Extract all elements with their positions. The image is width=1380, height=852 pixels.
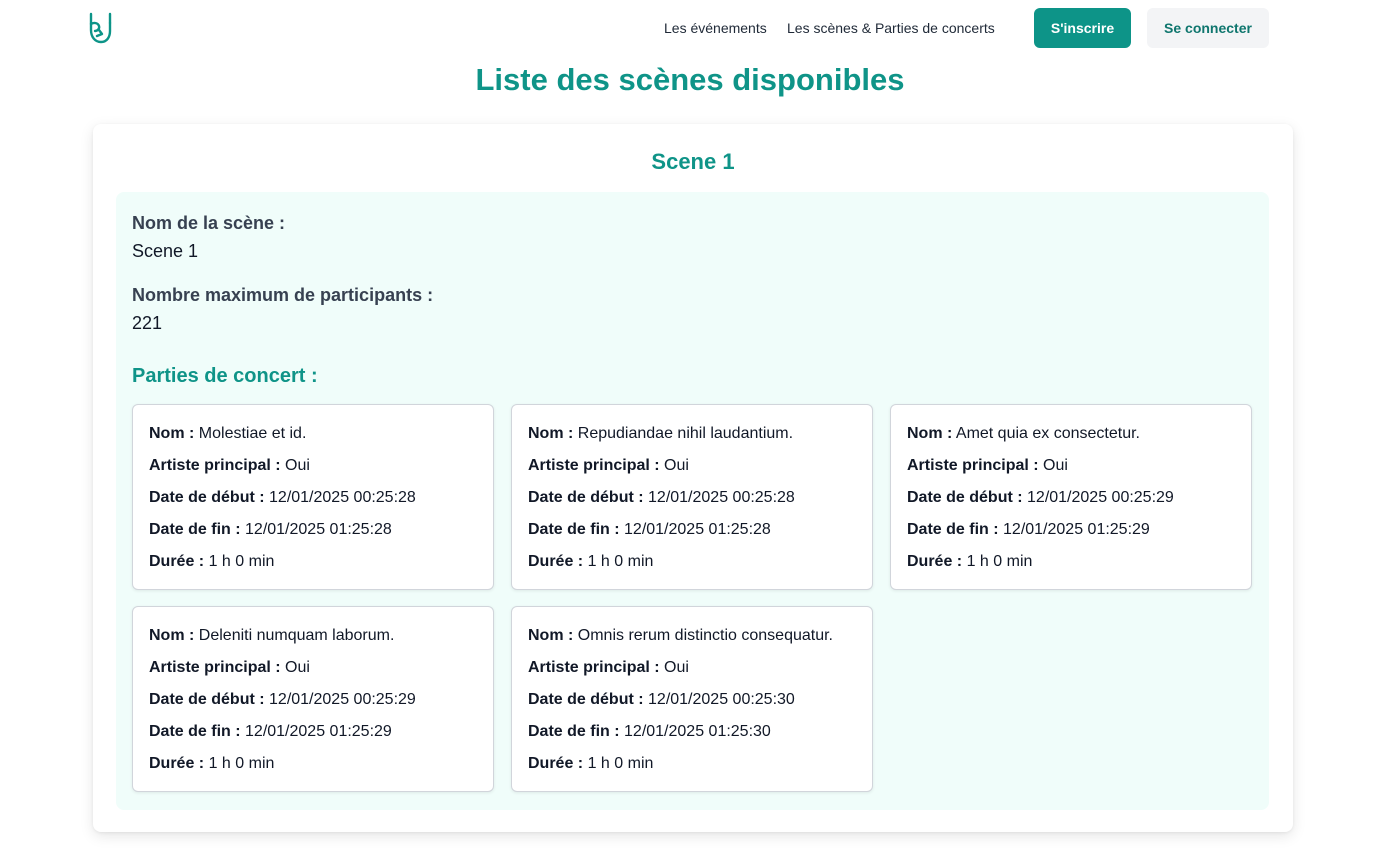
- part-main-artist-value: Oui: [285, 457, 310, 474]
- part-main-artist-value: Oui: [1043, 457, 1068, 474]
- part-duration: Durée : 1 h 0 min: [907, 552, 1032, 572]
- part-duration-label: Durée :: [149, 755, 205, 772]
- part-start-date-value: 12/01/2025 00:25:28: [269, 489, 416, 506]
- part-start-date-label: Date de début :: [528, 489, 644, 506]
- part-main-artist-value: Oui: [664, 457, 689, 474]
- concert-part-card: Nom : Molestiae et id. Artiste principal…: [132, 404, 494, 590]
- part-end-date-label: Date de fin :: [528, 723, 620, 740]
- part-name: Nom : Repudiandae nihil laudantium.: [528, 424, 793, 444]
- rock-hand-icon[interactable]: [86, 10, 116, 46]
- part-main-artist-label: Artiste principal :: [528, 659, 660, 676]
- part-name-value: Molestiae et id.: [198, 425, 307, 442]
- scene-card: Scene 1 Nom de la scène : Scene 1 Nombre…: [93, 124, 1293, 832]
- part-end-date-label: Date de fin :: [907, 521, 999, 538]
- part-start-date: Date de début : 12/01/2025 00:25:29: [149, 690, 416, 710]
- part-start-date-label: Date de début :: [528, 691, 644, 708]
- part-duration: Durée : 1 h 0 min: [149, 552, 274, 572]
- part-end-date: Date de fin : 12/01/2025 01:25:30: [528, 722, 771, 742]
- scene-name-value: Scene 1: [132, 241, 199, 261]
- part-end-date-label: Date de fin :: [528, 521, 620, 538]
- part-name: Nom : Deleniti numquam laborum.: [149, 626, 394, 646]
- part-end-date: Date de fin : 12/01/2025 01:25:29: [149, 722, 392, 742]
- part-main-artist: Artiste principal : Oui: [528, 456, 689, 476]
- part-name: Nom : Omnis rerum distinctio consequatur…: [528, 626, 833, 646]
- part-main-artist-value: Oui: [664, 659, 689, 676]
- concert-part-card: Nom : Repudiandae nihil laudantium. Arti…: [511, 404, 873, 590]
- scene-name-label: Nom de la scène :: [132, 213, 286, 233]
- login-button[interactable]: Se connecter: [1147, 8, 1269, 48]
- signup-button[interactable]: S'inscrire: [1034, 8, 1131, 48]
- part-name-value: Deleniti numquam laborum.: [198, 627, 395, 644]
- part-end-date-value: 12/01/2025 01:25:29: [1003, 521, 1150, 538]
- part-duration-label: Durée :: [528, 553, 584, 570]
- part-end-date-value: 12/01/2025 01:25:30: [624, 723, 771, 740]
- part-start-date: Date de début : 12/01/2025 00:25:28: [528, 488, 795, 508]
- nav-link-events[interactable]: Les événements: [664, 19, 767, 37]
- part-name-label: Nom :: [149, 627, 195, 644]
- part-name-label: Nom :: [528, 425, 574, 442]
- part-start-date-label: Date de début :: [149, 691, 265, 708]
- part-name: Nom : Molestiae et id.: [149, 424, 306, 444]
- part-end-date: Date de fin : 12/01/2025 01:25:28: [149, 520, 392, 540]
- max-participants-label: Nombre maximum de participants :: [132, 285, 434, 305]
- part-main-artist-label: Artiste principal :: [149, 659, 281, 676]
- concert-parts-heading: Parties de concert :: [132, 365, 318, 387]
- part-main-artist: Artiste principal : Oui: [528, 658, 689, 678]
- part-name-label: Nom :: [907, 425, 953, 442]
- part-main-artist-label: Artiste principal :: [907, 457, 1039, 474]
- part-main-artist-value: Oui: [285, 659, 310, 676]
- part-duration-value: 1 h 0 min: [208, 553, 275, 570]
- part-name-value: Omnis rerum distinctio consequatur.: [577, 627, 833, 644]
- part-duration: Durée : 1 h 0 min: [528, 754, 653, 774]
- part-duration-value: 1 h 0 min: [587, 755, 654, 772]
- part-duration-label: Durée :: [907, 553, 963, 570]
- part-end-date: Date de fin : 12/01/2025 01:25:28: [528, 520, 771, 540]
- part-duration-label: Durée :: [528, 755, 584, 772]
- concert-part-card: Nom : Amet quia ex consectetur. Artiste …: [890, 404, 1252, 590]
- max-participants-value: 221: [132, 313, 163, 333]
- part-end-date-value: 12/01/2025 01:25:29: [245, 723, 392, 740]
- part-start-date-value: 12/01/2025 00:25:29: [1027, 489, 1174, 506]
- part-name-value: Repudiandae nihil laudantium.: [577, 425, 794, 442]
- part-duration-label: Durée :: [149, 553, 205, 570]
- part-name-label: Nom :: [149, 425, 195, 442]
- part-start-date: Date de début : 12/01/2025 00:25:30: [528, 690, 795, 710]
- part-name: Nom : Amet quia ex consectetur.: [907, 424, 1140, 444]
- part-start-date-value: 12/01/2025 00:25:29: [269, 691, 416, 708]
- part-duration: Durée : 1 h 0 min: [149, 754, 274, 774]
- part-duration-value: 1 h 0 min: [966, 553, 1033, 570]
- part-main-artist: Artiste principal : Oui: [149, 456, 310, 476]
- part-start-date-value: 12/01/2025 00:25:30: [648, 691, 795, 708]
- part-end-date-label: Date de fin :: [149, 521, 241, 538]
- scene-title: Scene 1: [651, 149, 735, 174]
- part-duration-value: 1 h 0 min: [208, 755, 275, 772]
- part-start-date-label: Date de début :: [149, 489, 265, 506]
- part-start-date: Date de début : 12/01/2025 00:25:28: [149, 488, 416, 508]
- top-navbar: Les événements Les scènes & Parties de c…: [0, 0, 1380, 56]
- part-name-value: Amet quia ex consectetur.: [955, 425, 1140, 442]
- part-main-artist-label: Artiste principal :: [149, 457, 281, 474]
- part-name-label: Nom :: [528, 627, 574, 644]
- nav-link-scenes[interactable]: Les scènes & Parties de concerts: [787, 19, 995, 37]
- part-main-artist-label: Artiste principal :: [528, 457, 660, 474]
- part-end-date-label: Date de fin :: [149, 723, 241, 740]
- part-end-date: Date de fin : 12/01/2025 01:25:29: [907, 520, 1150, 540]
- concert-part-card: Nom : Deleniti numquam laborum. Artiste …: [132, 606, 494, 792]
- part-end-date-value: 12/01/2025 01:25:28: [624, 521, 771, 538]
- part-main-artist: Artiste principal : Oui: [907, 456, 1068, 476]
- page-title: Liste des scènes disponibles: [475, 62, 905, 97]
- concert-part-card: Nom : Omnis rerum distinctio consequatur…: [511, 606, 873, 792]
- part-start-date-value: 12/01/2025 00:25:28: [648, 489, 795, 506]
- part-start-date: Date de début : 12/01/2025 00:25:29: [907, 488, 1174, 508]
- part-main-artist: Artiste principal : Oui: [149, 658, 310, 678]
- part-end-date-value: 12/01/2025 01:25:28: [245, 521, 392, 538]
- part-start-date-label: Date de début :: [907, 489, 1023, 506]
- part-duration: Durée : 1 h 0 min: [528, 552, 653, 572]
- scene-details: Nom de la scène : Scene 1 Nombre maximum…: [116, 192, 1269, 810]
- part-duration-value: 1 h 0 min: [587, 553, 654, 570]
